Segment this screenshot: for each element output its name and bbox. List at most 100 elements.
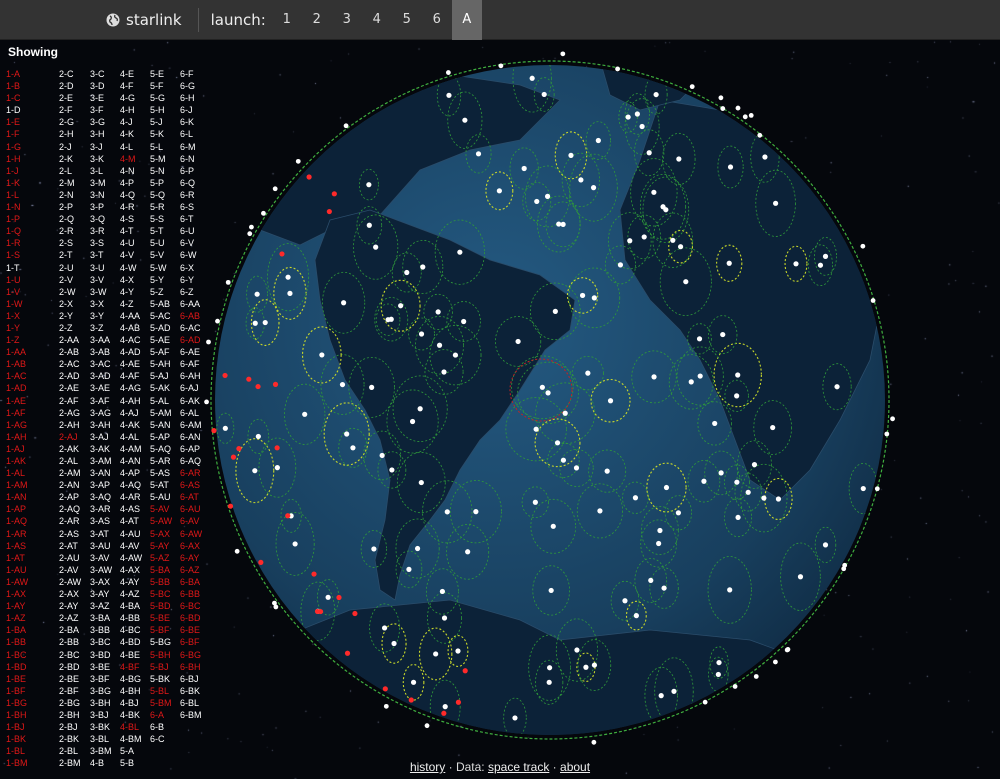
satellite-dot[interactable] <box>715 671 721 678</box>
satellite-dot[interactable] <box>441 369 447 375</box>
satellite-dot[interactable] <box>381 625 388 631</box>
hidden-satellite-dot[interactable] <box>236 446 242 452</box>
satellite-dot[interactable] <box>455 648 461 654</box>
satellite-dot[interactable] <box>651 189 657 195</box>
satellite-dot[interactable] <box>748 112 754 118</box>
satellite-dot[interactable] <box>554 440 561 446</box>
satellite-dot[interactable] <box>325 594 331 600</box>
hidden-satellite-dot[interactable] <box>326 208 332 215</box>
hidden-satellite-dot[interactable] <box>255 383 261 390</box>
satellite-dot[interactable] <box>389 467 395 473</box>
satellite-dot[interactable] <box>689 84 695 90</box>
hidden-satellite-dot[interactable] <box>311 571 317 577</box>
satellite-dot[interactable] <box>720 331 726 338</box>
satellite-dot[interactable] <box>732 684 738 689</box>
satellite-dot[interactable] <box>688 379 694 385</box>
satellite-dot[interactable] <box>498 63 504 69</box>
hidden-satellite-dot[interactable] <box>279 251 285 257</box>
satellite-dot[interactable] <box>761 495 767 501</box>
satellite-dot[interactable] <box>532 499 538 505</box>
satellite-dot[interactable] <box>262 319 268 326</box>
satellite-dot[interactable] <box>578 177 584 183</box>
hidden-satellite-dot[interactable] <box>258 559 264 566</box>
satellite-dot[interactable] <box>607 398 614 404</box>
satellite-dot[interactable] <box>512 715 518 721</box>
satellite-dot[interactable] <box>548 587 554 594</box>
satellite-dot[interactable] <box>273 604 279 610</box>
satellite-dot[interactable] <box>597 508 603 514</box>
satellite-dot[interactable] <box>292 541 298 547</box>
satellite-dot[interactable] <box>727 587 733 593</box>
satellite-dot[interactable] <box>414 545 421 552</box>
satellite-dot[interactable] <box>735 105 741 111</box>
satellite-dot[interactable] <box>639 123 645 130</box>
satellite-dot[interactable] <box>541 91 547 98</box>
launch-button-a[interactable]: A <box>451 0 482 40</box>
satellite-dot[interactable] <box>439 588 446 595</box>
satellite-dot[interactable] <box>545 390 551 396</box>
satellite-dot[interactable] <box>641 234 647 240</box>
satellite-dot[interactable] <box>585 370 591 376</box>
satellite-dot[interactable] <box>656 540 662 547</box>
satellite-dot[interactable] <box>735 372 741 378</box>
hidden-satellite-dot[interactable] <box>274 445 280 451</box>
hidden-satellite-dot[interactable] <box>227 503 234 509</box>
satellite-dot[interactable] <box>350 445 356 451</box>
satellite-dot[interactable] <box>890 416 895 422</box>
satellite-dot[interactable] <box>433 651 439 657</box>
satellite-dot[interactable] <box>371 546 377 552</box>
hidden-satellite-dot[interactable] <box>344 650 351 656</box>
satellite-dot[interactable] <box>339 381 346 388</box>
satellite-dot[interactable] <box>442 704 448 710</box>
satellite-dot[interactable] <box>341 300 347 306</box>
hidden-satellite-dot[interactable] <box>211 428 217 434</box>
satellite-dot[interactable] <box>385 317 391 323</box>
hidden-satellite-dot[interactable] <box>230 454 237 460</box>
satellite-dot[interactable] <box>444 509 450 515</box>
space-track-link[interactable]: space track <box>488 760 549 774</box>
satellite-dot[interactable] <box>591 295 597 301</box>
satellite-dot[interactable] <box>462 117 468 123</box>
satellite-dot[interactable] <box>617 262 624 268</box>
hidden-satellite-dot[interactable] <box>331 191 337 197</box>
satellite-dot[interactable] <box>785 647 791 652</box>
satellite-dot[interactable] <box>391 640 397 647</box>
satellite-dot[interactable] <box>496 188 502 194</box>
satellite-dot[interactable] <box>366 222 372 228</box>
satellite-dot[interactable] <box>445 70 451 75</box>
earth-globe[interactable] <box>0 40 1000 779</box>
satellite-dot[interactable] <box>409 418 416 425</box>
satellite-dot[interactable] <box>591 739 597 745</box>
satellite-dot[interactable] <box>622 598 628 604</box>
satellite-dot[interactable] <box>658 693 664 699</box>
satellite-dot[interactable] <box>465 549 471 555</box>
launch-button-1[interactable]: 1 <box>272 0 302 40</box>
hidden-satellite-dot[interactable] <box>455 699 462 705</box>
satellite-dot[interactable] <box>676 156 682 162</box>
launch-button-2[interactable]: 2 <box>302 0 332 40</box>
satellite-dot[interactable] <box>234 548 240 554</box>
satellite-dot[interactable] <box>834 384 840 390</box>
satellite-dot[interactable] <box>793 261 799 267</box>
satellite-dot[interactable] <box>457 249 463 255</box>
satellite-dot[interactable] <box>770 424 776 431</box>
satellite-dot[interactable] <box>697 373 703 379</box>
satellite-dot[interactable] <box>627 238 633 244</box>
hidden-satellite-dot[interactable] <box>222 372 228 379</box>
satellite-dot[interactable] <box>446 92 452 98</box>
satellite-dot[interactable] <box>884 431 890 437</box>
satellite-dot[interactable] <box>556 221 562 227</box>
hidden-satellite-dot[interactable] <box>336 594 342 601</box>
satellite-dot[interactable] <box>574 647 580 653</box>
satellite-dot[interactable] <box>696 336 703 342</box>
satellite-dot[interactable] <box>461 318 467 325</box>
satellite-dot[interactable] <box>379 452 385 459</box>
satellite-dot[interactable] <box>753 674 759 679</box>
satellite-dot[interactable] <box>302 411 308 417</box>
satellite-dot[interactable] <box>720 106 726 111</box>
hidden-satellite-dot[interactable] <box>408 697 414 703</box>
satellite-dot[interactable] <box>735 514 741 521</box>
satellite-dot[interactable] <box>651 374 657 380</box>
satellite-dot[interactable] <box>225 279 231 285</box>
satellite-dot[interactable] <box>822 253 829 259</box>
